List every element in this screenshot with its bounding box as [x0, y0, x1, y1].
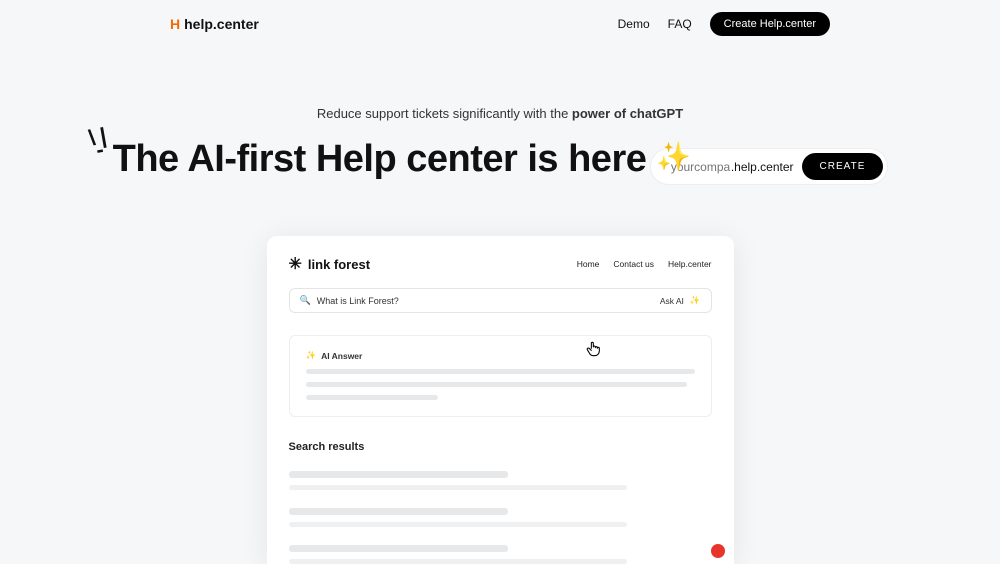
- search-results-title: Search results: [289, 441, 712, 453]
- asterisk-icon: ✳: [289, 254, 302, 274]
- hero-headline: \ |- The AI-first Help center is here ✨: [113, 138, 647, 181]
- logo-mark-icon: H: [170, 16, 180, 32]
- ask-ai-button[interactable]: Ask AI ✨: [660, 295, 701, 306]
- result-item[interactable]: [289, 508, 712, 527]
- skeleton-subtitle: [289, 559, 627, 564]
- preview-brand-text: link forest: [308, 257, 370, 272]
- preview-nav: Home Contact us Help.center: [577, 259, 712, 269]
- nav-faq[interactable]: FAQ: [668, 17, 692, 31]
- result-item[interactable]: [289, 545, 712, 564]
- skeleton-title: [289, 545, 509, 552]
- ai-answer-label: ✨ AI Answer: [306, 350, 695, 361]
- skeleton-line: [306, 395, 438, 400]
- create-button[interactable]: CREATE: [802, 153, 884, 180]
- skeleton-subtitle: [289, 522, 627, 527]
- accent-lines-icon: \ |-: [87, 128, 108, 157]
- preview-brand-logo: ✳ link forest: [289, 254, 371, 274]
- tagline-bold: power of chatGPT: [572, 106, 683, 121]
- domain-suffix: .help.center: [731, 160, 802, 174]
- skeleton-subtitle: [289, 485, 627, 490]
- sparkle-icon: ✨: [656, 140, 690, 173]
- notification-badge-icon[interactable]: [711, 544, 725, 558]
- sparkle-small-icon: ✨: [690, 295, 701, 306]
- preview-header: ✳ link forest Home Contact us Help.cente…: [289, 254, 712, 274]
- skeleton-line: [306, 369, 695, 374]
- preview-nav-home[interactable]: Home: [577, 259, 600, 269]
- skeleton-title: [289, 471, 509, 478]
- preview-nav-contact[interactable]: Contact us: [613, 259, 654, 269]
- search-query-text: What is Link Forest?: [317, 296, 399, 306]
- skeleton-title: [289, 508, 509, 515]
- create-help-center-button[interactable]: Create Help.center: [710, 12, 830, 36]
- nav-demo[interactable]: Demo: [618, 17, 650, 31]
- cursor-hand-icon: [586, 340, 602, 361]
- ai-answer-text: AI Answer: [321, 351, 362, 361]
- preview-nav-help[interactable]: Help.center: [668, 259, 711, 269]
- brand-logo[interactable]: H help.center: [170, 16, 259, 32]
- headline-text: The AI-first Help center is here: [113, 138, 647, 180]
- search-icon: 🔍: [300, 295, 311, 306]
- tagline-text: Reduce support tickets significantly wit…: [317, 106, 572, 121]
- result-item[interactable]: [289, 471, 712, 490]
- site-header: H help.center Demo FAQ Create Help.cente…: [0, 0, 1000, 48]
- ask-ai-label: Ask AI: [660, 296, 684, 306]
- preview-search-bar[interactable]: 🔍 What is Link Forest? Ask AI ✨: [289, 288, 712, 313]
- top-nav: Demo FAQ Create Help.center: [618, 12, 830, 36]
- sparkle-tiny-icon: ✨: [306, 350, 317, 361]
- product-preview: ✳ link forest Home Contact us Help.cente…: [267, 236, 734, 564]
- ai-answer-card: ✨ AI Answer: [289, 335, 712, 417]
- skeleton-line: [306, 382, 687, 387]
- logo-text: help.center: [184, 16, 259, 32]
- hero-section: Reduce support tickets significantly wit…: [0, 106, 1000, 564]
- tagline: Reduce support tickets significantly wit…: [0, 106, 1000, 121]
